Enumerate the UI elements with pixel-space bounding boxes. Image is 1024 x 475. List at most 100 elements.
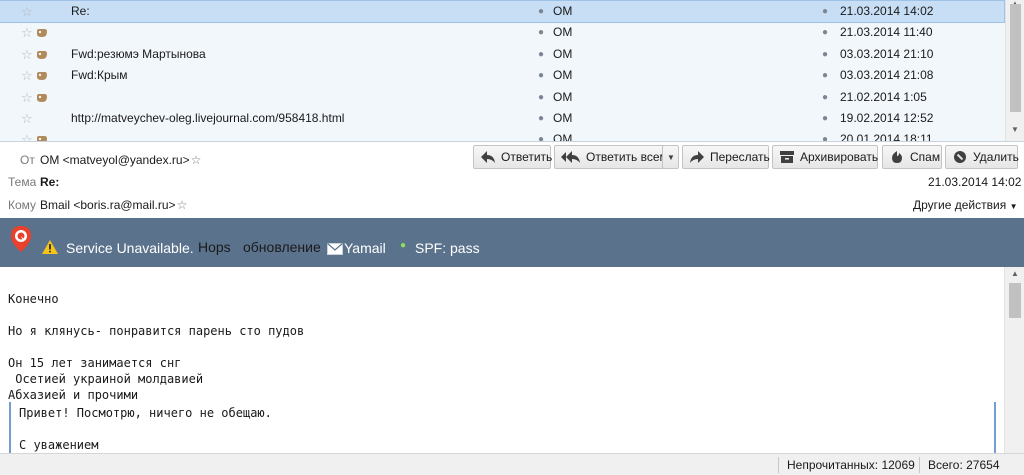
tag-icon <box>36 71 48 81</box>
subject-label: Тема <box>8 175 37 189</box>
mail-icon <box>327 242 343 258</box>
service-status[interactable]: Service Unavailable. <box>66 240 194 256</box>
reply-all-button[interactable]: Ответить всем <box>554 145 668 169</box>
status-dot-icon: ● <box>822 134 829 142</box>
message-date: 21.03.2014 11:40 <box>840 25 933 40</box>
message-sender: OM <box>553 46 573 61</box>
status-separator <box>919 457 920 473</box>
quote-line: Привет! Посмотрю, ничего не обещаю. <box>19 406 272 420</box>
body-line: Но я клянусь- понравится парень сто пудо… <box>8 324 305 338</box>
forward-button[interactable]: Переслать <box>682 145 770 169</box>
other-actions-label: Другие действия <box>913 198 1007 212</box>
message-date: 03.03.2014 21:10 <box>840 46 934 61</box>
scrollbar-thumb[interactable] <box>1010 4 1021 112</box>
scrollbar-thumb[interactable] <box>1009 283 1021 318</box>
message-subject: Fwd:Крым <box>71 68 128 83</box>
star-icon[interactable]: ☆ <box>191 153 202 167</box>
from-address[interactable]: OM <matveyol@yandex.ru> <box>40 153 190 167</box>
status-dot-icon: ● <box>822 6 829 17</box>
star-icon[interactable]: ☆ <box>21 1 33 22</box>
message-sender: OM <box>553 132 573 142</box>
star-icon[interactable]: ☆ <box>21 87 33 108</box>
star-icon[interactable]: ☆ <box>21 22 33 43</box>
spam-button[interactable]: Спам <box>882 145 942 169</box>
reply-button[interactable]: Ответить <box>473 145 552 169</box>
message-date: 21.03.2014 14:02 <box>840 4 934 18</box>
star-icon[interactable]: ☆ <box>177 198 188 212</box>
archive-icon <box>779 150 795 164</box>
delete-label: Удалить <box>973 150 1019 164</box>
from-value[interactable]: OM <matveyol@yandex.ru>☆ <box>40 153 201 167</box>
message-subject: Re: <box>71 4 90 18</box>
read-dot-icon[interactable]: ● <box>538 87 544 108</box>
message-row[interactable]: ☆ http://matveychev-oleg.livejournal.com… <box>0 108 1004 129</box>
chevron-down-icon: ▼ <box>1009 202 1018 211</box>
yamail-link[interactable]: Yamail <box>344 240 386 256</box>
tag-icon <box>36 135 48 141</box>
message-row[interactable]: ☆ Fwd:Крым ● OM ● 03.03.2014 21:08 <box>0 65 1004 86</box>
read-dot-icon[interactable]: ● <box>538 44 544 65</box>
message-row[interactable]: ☆ ● OM ● 21.02.2014 1:05 <box>0 87 1004 108</box>
archive-label: Архивировать <box>800 150 879 164</box>
star-icon[interactable]: ☆ <box>21 65 33 86</box>
read-dot-icon[interactable]: ● <box>538 108 544 129</box>
hops-link[interactable]: Hops <box>198 239 231 255</box>
message-rows: ☆ Re: ● OM ● 21.03.2014 14:02 ☆ ● OM ● 2… <box>0 0 1005 142</box>
body-line: Осетией украиной молдавией <box>8 372 204 386</box>
body-line: Он 15 лет занимается снг <box>8 356 182 370</box>
message-body[interactable]: Конечно Но я клянусь- понравится парень … <box>0 267 1004 453</box>
chevron-down-icon: ▼ <box>667 152 675 162</box>
header-date: 21.03.2014 14:02 <box>928 175 1022 189</box>
message-subject: Fwd:резюмэ Мартынова <box>71 46 206 61</box>
unread-count: Непрочитанных: 12069 <box>787 458 915 472</box>
message-date: 21.02.2014 1:05 <box>840 89 927 104</box>
delete-icon <box>952 150 968 164</box>
message-date: 03.03.2014 21:08 <box>840 68 934 83</box>
message-row[interactable]: ☆ ● OM ● 21.03.2014 11:40 <box>0 22 1004 43</box>
forward-icon <box>689 150 705 164</box>
read-dot-icon[interactable]: ● <box>538 65 544 86</box>
star-icon[interactable]: ☆ <box>21 108 33 129</box>
read-dot-icon[interactable]: ● <box>538 1 544 22</box>
spam-icon <box>889 150 905 164</box>
reply-all-icon <box>561 150 581 164</box>
delete-button[interactable]: Удалить <box>945 145 1019 169</box>
to-address[interactable]: Вmail <boris.ra@mail.ru> <box>40 198 176 212</box>
read-dot-icon[interactable]: ● <box>538 129 544 141</box>
message-sender: OM <box>553 68 573 83</box>
archive-button[interactable]: Архивировать <box>772 145 878 169</box>
status-dot-icon: ● <box>822 91 829 103</box>
message-sender: OM <box>553 4 573 18</box>
body-line: Конечно <box>8 292 59 306</box>
star-icon[interactable]: ☆ <box>21 44 33 65</box>
message-list[interactable]: ☆ Re: ● OM ● 21.03.2014 14:02 ☆ ● OM ● 2… <box>0 0 1024 142</box>
yandex-bar: Service Unavailable. Hops обновление Yam… <box>0 218 1024 267</box>
other-actions-menu[interactable]: Другие действия ▼ <box>913 198 1017 212</box>
scroll-up-icon[interactable]: ▲ <box>1011 269 1019 278</box>
to-value[interactable]: Вmail <boris.ra@mail.ru>☆ <box>40 198 187 212</box>
spf-dot-icon: ● <box>400 240 407 251</box>
spam-label: Спам <box>910 150 941 164</box>
message-list-scrollbar[interactable]: ▲ ▼ <box>1005 0 1024 141</box>
total-count: Всего: 27654 <box>928 458 1000 472</box>
forward-label: Переслать <box>710 150 770 164</box>
reply-all-label: Ответить всем <box>586 150 668 164</box>
read-dot-icon[interactable]: ● <box>538 22 544 43</box>
message-sender: OM <box>553 110 573 125</box>
scroll-down-icon[interactable]: ▼ <box>1011 125 1019 134</box>
message-body-scrollbar[interactable]: ▲ <box>1004 267 1024 453</box>
tag-icon <box>36 28 48 38</box>
message-header: От OM <matveyol@yandex.ru>☆ Ответить Отв… <box>0 142 1024 218</box>
message-row[interactable]: ☆ Re: ● OM ● 21.03.2014 14:02 <box>0 0 1005 24</box>
to-label: Кому <box>8 198 37 212</box>
from-label: От <box>20 153 35 167</box>
status-bar: Непрочитанных: 12069 Всего: 27654 <box>0 453 1024 475</box>
status-dot-icon: ● <box>822 112 829 124</box>
update-link[interactable]: обновление <box>243 239 321 255</box>
reply-all-dropdown[interactable]: ▼ <box>662 145 679 169</box>
spf-status[interactable]: SPF: pass <box>415 240 480 256</box>
star-icon[interactable]: ☆ <box>21 129 33 141</box>
yandex-logo[interactable] <box>9 225 33 253</box>
message-row[interactable]: ☆ ● OM ● 20.01.2014 18:11 <box>0 129 1004 142</box>
message-row[interactable]: ☆ Fwd:резюмэ Мартынова ● OM ● 03.03.2014… <box>0 44 1004 65</box>
